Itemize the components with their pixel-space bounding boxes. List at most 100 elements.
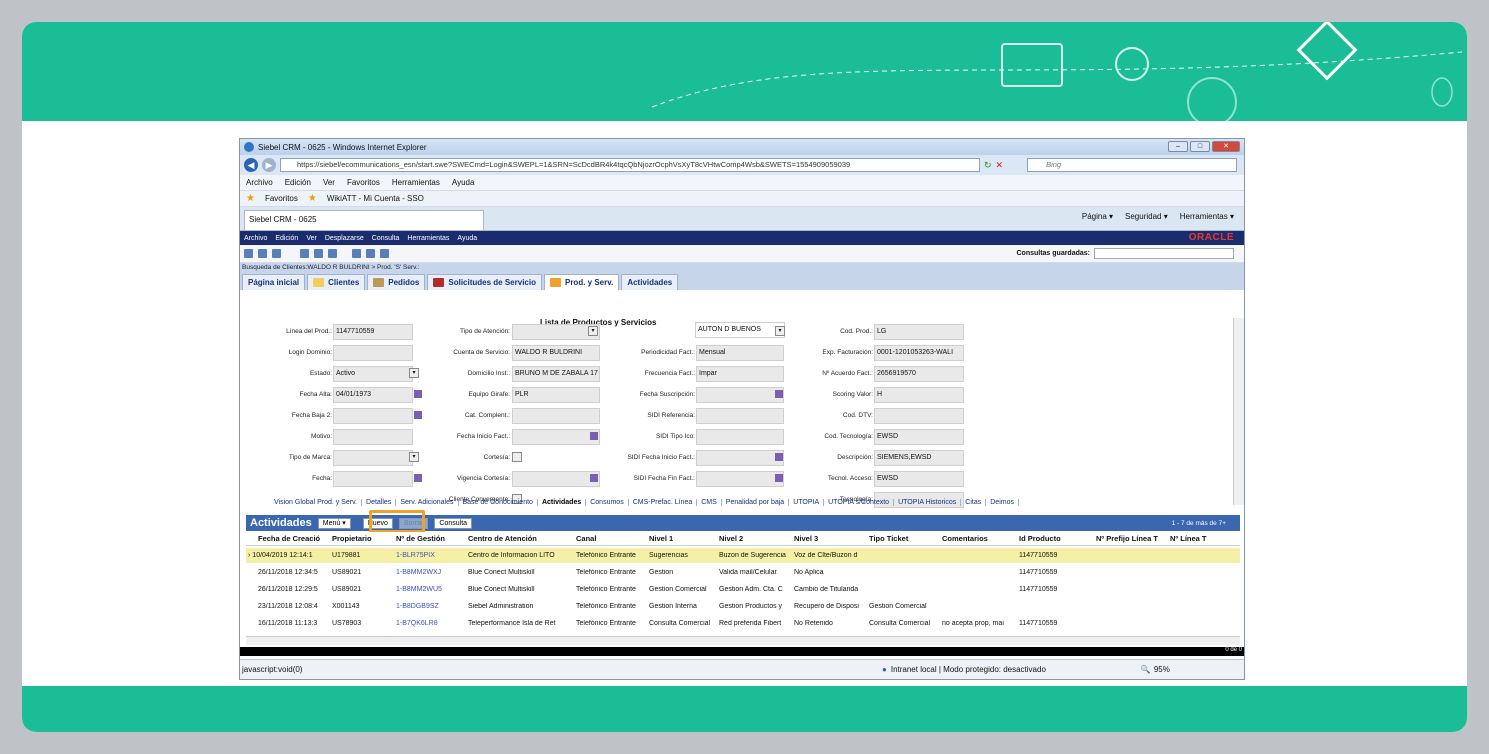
- sidi-ref-field[interactable]: [696, 408, 784, 424]
- cortesia-checkbox[interactable]: [512, 452, 522, 462]
- vigencia-field[interactable]: [512, 471, 600, 487]
- dropdown-icon[interactable]: ▾: [409, 368, 419, 378]
- subtab-utopia[interactable]: UTOPIA: [789, 498, 825, 506]
- gestion-link[interactable]: 1-B8DGB9SZ: [394, 603, 466, 610]
- toolbar-icon[interactable]: [300, 249, 309, 258]
- tab-actividades[interactable]: Actividades: [621, 274, 679, 290]
- toolbar-icon[interactable]: [244, 249, 253, 258]
- subtab-vision[interactable]: Vision Global Prod. y Serv.: [270, 498, 363, 506]
- subtab-penalidad[interactable]: Penalidad por baja: [722, 498, 790, 506]
- subtab-cms-prefac[interactable]: CMS-Prefac. Línea: [629, 498, 698, 506]
- toolbar-icon[interactable]: [380, 249, 389, 258]
- descripcion-field[interactable]: SIEMENS,EWSD: [874, 450, 964, 466]
- calendar-icon[interactable]: [590, 432, 598, 440]
- col-nivel3[interactable]: Nivel 3: [792, 534, 867, 543]
- col-canal[interactable]: Canal: [574, 534, 647, 543]
- search-input[interactable]: Bing: [1027, 158, 1238, 172]
- menu-ver[interactable]: Ver: [323, 178, 335, 187]
- table-row[interactable]: 23/11/2018 12:08:4 X001143 1-B8DGB9SZ Si…: [246, 599, 1240, 614]
- sb-menu-desplazarse[interactable]: Desplazarse: [325, 235, 364, 242]
- col-nivel1[interactable]: Nivel 1: [647, 534, 717, 543]
- periodicidad-field[interactable]: Mensual: [696, 345, 784, 361]
- toolbar-icon[interactable]: [272, 249, 281, 258]
- linea-prod-field[interactable]: 1147710559: [333, 324, 413, 340]
- col-centro[interactable]: Centro de Atención: [466, 534, 574, 543]
- subtab-detalles[interactable]: Detalles: [362, 498, 397, 506]
- table-row[interactable]: › 10/04/2019 12:14:1 U179881 1-BLR75PIX …: [246, 548, 1240, 563]
- back-icon[interactable]: ◀: [244, 158, 258, 172]
- add-favorite-icon[interactable]: ★: [308, 193, 317, 204]
- fecha-alta-field[interactable]: 04/01/1973: [333, 387, 413, 403]
- tab-prod-serv[interactable]: Prod. y Serv.: [543, 274, 620, 290]
- tipo-marca-field[interactable]: [333, 450, 413, 466]
- menu-button[interactable]: Menú ▾: [317, 517, 351, 529]
- favorite-link[interactable]: WikiATT - Mi Cuenta - SSO: [327, 194, 424, 203]
- tab-solicitudes[interactable]: Solicitudes de Servicio: [427, 274, 542, 290]
- dropdown-icon[interactable]: ▾: [588, 326, 598, 336]
- exp-fact-field[interactable]: 0001-1201053263-WALI: [874, 345, 964, 361]
- toolbar-icon[interactable]: [314, 249, 323, 258]
- security-menu[interactable]: Seguridad ▾: [1125, 212, 1168, 221]
- cod-prod-field[interactable]: LG: [874, 324, 964, 340]
- gestion-link[interactable]: 1-BLR75PIX: [394, 552, 466, 559]
- subtab-serv-adicionales[interactable]: Serv. Adicionales: [396, 498, 459, 506]
- favorites-button[interactable]: Favoritos: [265, 194, 298, 203]
- subtab-utopia-contexto[interactable]: UTOPIA s/Contexto: [824, 498, 895, 506]
- tipo-atencion-field[interactable]: [512, 324, 600, 340]
- col-fecha[interactable]: Fecha de Creació: [246, 534, 330, 543]
- col-gestion[interactable]: Nº de Gestión: [394, 534, 466, 543]
- sb-menu-ayuda[interactable]: Ayuda: [457, 235, 477, 242]
- cat-field[interactable]: [512, 408, 600, 424]
- fecha-baja-field[interactable]: [333, 408, 413, 424]
- col-id-producto[interactable]: Id Producto: [1017, 534, 1094, 543]
- tab-pedidos[interactable]: Pedidos: [367, 274, 426, 290]
- table-row[interactable]: 26/11/2018 12:34:5 US89021 1-B8MM2WXJ Bl…: [246, 565, 1240, 580]
- page-menu[interactable]: Página ▾: [1082, 212, 1113, 221]
- equipo-field[interactable]: PLR: [512, 387, 600, 403]
- dropdown-icon[interactable]: ▾: [409, 452, 419, 462]
- minimize-button[interactable]: –: [1168, 141, 1188, 152]
- subtab-actividades[interactable]: Actividades: [538, 498, 587, 506]
- scoring-field[interactable]: H: [874, 387, 964, 403]
- toolbar-icon[interactable]: [328, 249, 337, 258]
- cod-tec-field[interactable]: EWSD: [874, 429, 964, 445]
- frecuencia-field[interactable]: Impar: [696, 366, 784, 382]
- tab-pagina-inicial[interactable]: Página inicial: [242, 274, 306, 290]
- col-comentarios[interactable]: Comentarios: [940, 534, 1017, 543]
- tools-menu[interactable]: Herramientas ▾: [1180, 212, 1234, 221]
- menu-archivo[interactable]: Archivo: [246, 178, 273, 187]
- gestion-link[interactable]: 1-B7QK6LR8: [394, 620, 466, 627]
- menu-favoritos[interactable]: Favoritos: [347, 178, 380, 187]
- toolbar-icon[interactable]: [258, 249, 267, 258]
- fecha-field[interactable]: [333, 471, 413, 487]
- url-input[interactable]: https://siebel/ecommunications_esn/start…: [280, 158, 980, 172]
- tab-clientes[interactable]: Clientes: [307, 274, 366, 290]
- menu-ayuda[interactable]: Ayuda: [452, 178, 475, 187]
- sb-menu-ver[interactable]: Ver: [306, 235, 317, 242]
- sb-menu-consulta[interactable]: Consulta: [372, 235, 400, 242]
- table-row[interactable]: 26/11/2018 12:29:5 US89021 1-B8MM2WU5 Bl…: [246, 582, 1240, 597]
- auton-field[interactable]: AUTON D BUENOS: [695, 322, 785, 338]
- sb-menu-archivo[interactable]: Archivo: [244, 235, 267, 242]
- subtab-consumos[interactable]: Consumos: [586, 498, 629, 506]
- subtab-utopia-historicos[interactable]: UTOPIA Historicos: [894, 498, 962, 506]
- subtab-citas[interactable]: Citas: [961, 498, 987, 506]
- cuenta-field[interactable]: WALDO R BULDRINI: [512, 345, 600, 361]
- refresh-icon[interactable]: ↻: [984, 160, 992, 171]
- sb-menu-edicion[interactable]: Edición: [275, 235, 298, 242]
- acuerdo-field[interactable]: 2656919570: [874, 366, 964, 382]
- breadcrumb[interactable]: Busqueda de Clientes:WALDO R BULDRINI > …: [240, 263, 1244, 272]
- table-row[interactable]: 16/11/2018 11:13:3 US78903 1-B7QK6LR8 Te…: [246, 616, 1240, 631]
- sidi-inicio-field[interactable]: [696, 450, 784, 466]
- zoom-level[interactable]: 95%: [1154, 665, 1170, 674]
- menu-herramientas[interactable]: Herramientas: [392, 178, 440, 187]
- zoom-icon[interactable]: 🔍: [1141, 665, 1151, 674]
- toolbar-icon[interactable]: [366, 249, 375, 258]
- close-button[interactable]: ✕: [1212, 141, 1240, 152]
- browser-tab[interactable]: Siebel CRM - 0625: [244, 210, 484, 230]
- stop-icon[interactable]: ✕: [996, 160, 1004, 171]
- login-field[interactable]: [333, 345, 413, 361]
- subtab-base-conocimiento[interactable]: Base de Conocimiento: [459, 498, 538, 506]
- saved-queries-select[interactable]: [1094, 248, 1234, 259]
- maximize-button[interactable]: □: [1190, 141, 1210, 152]
